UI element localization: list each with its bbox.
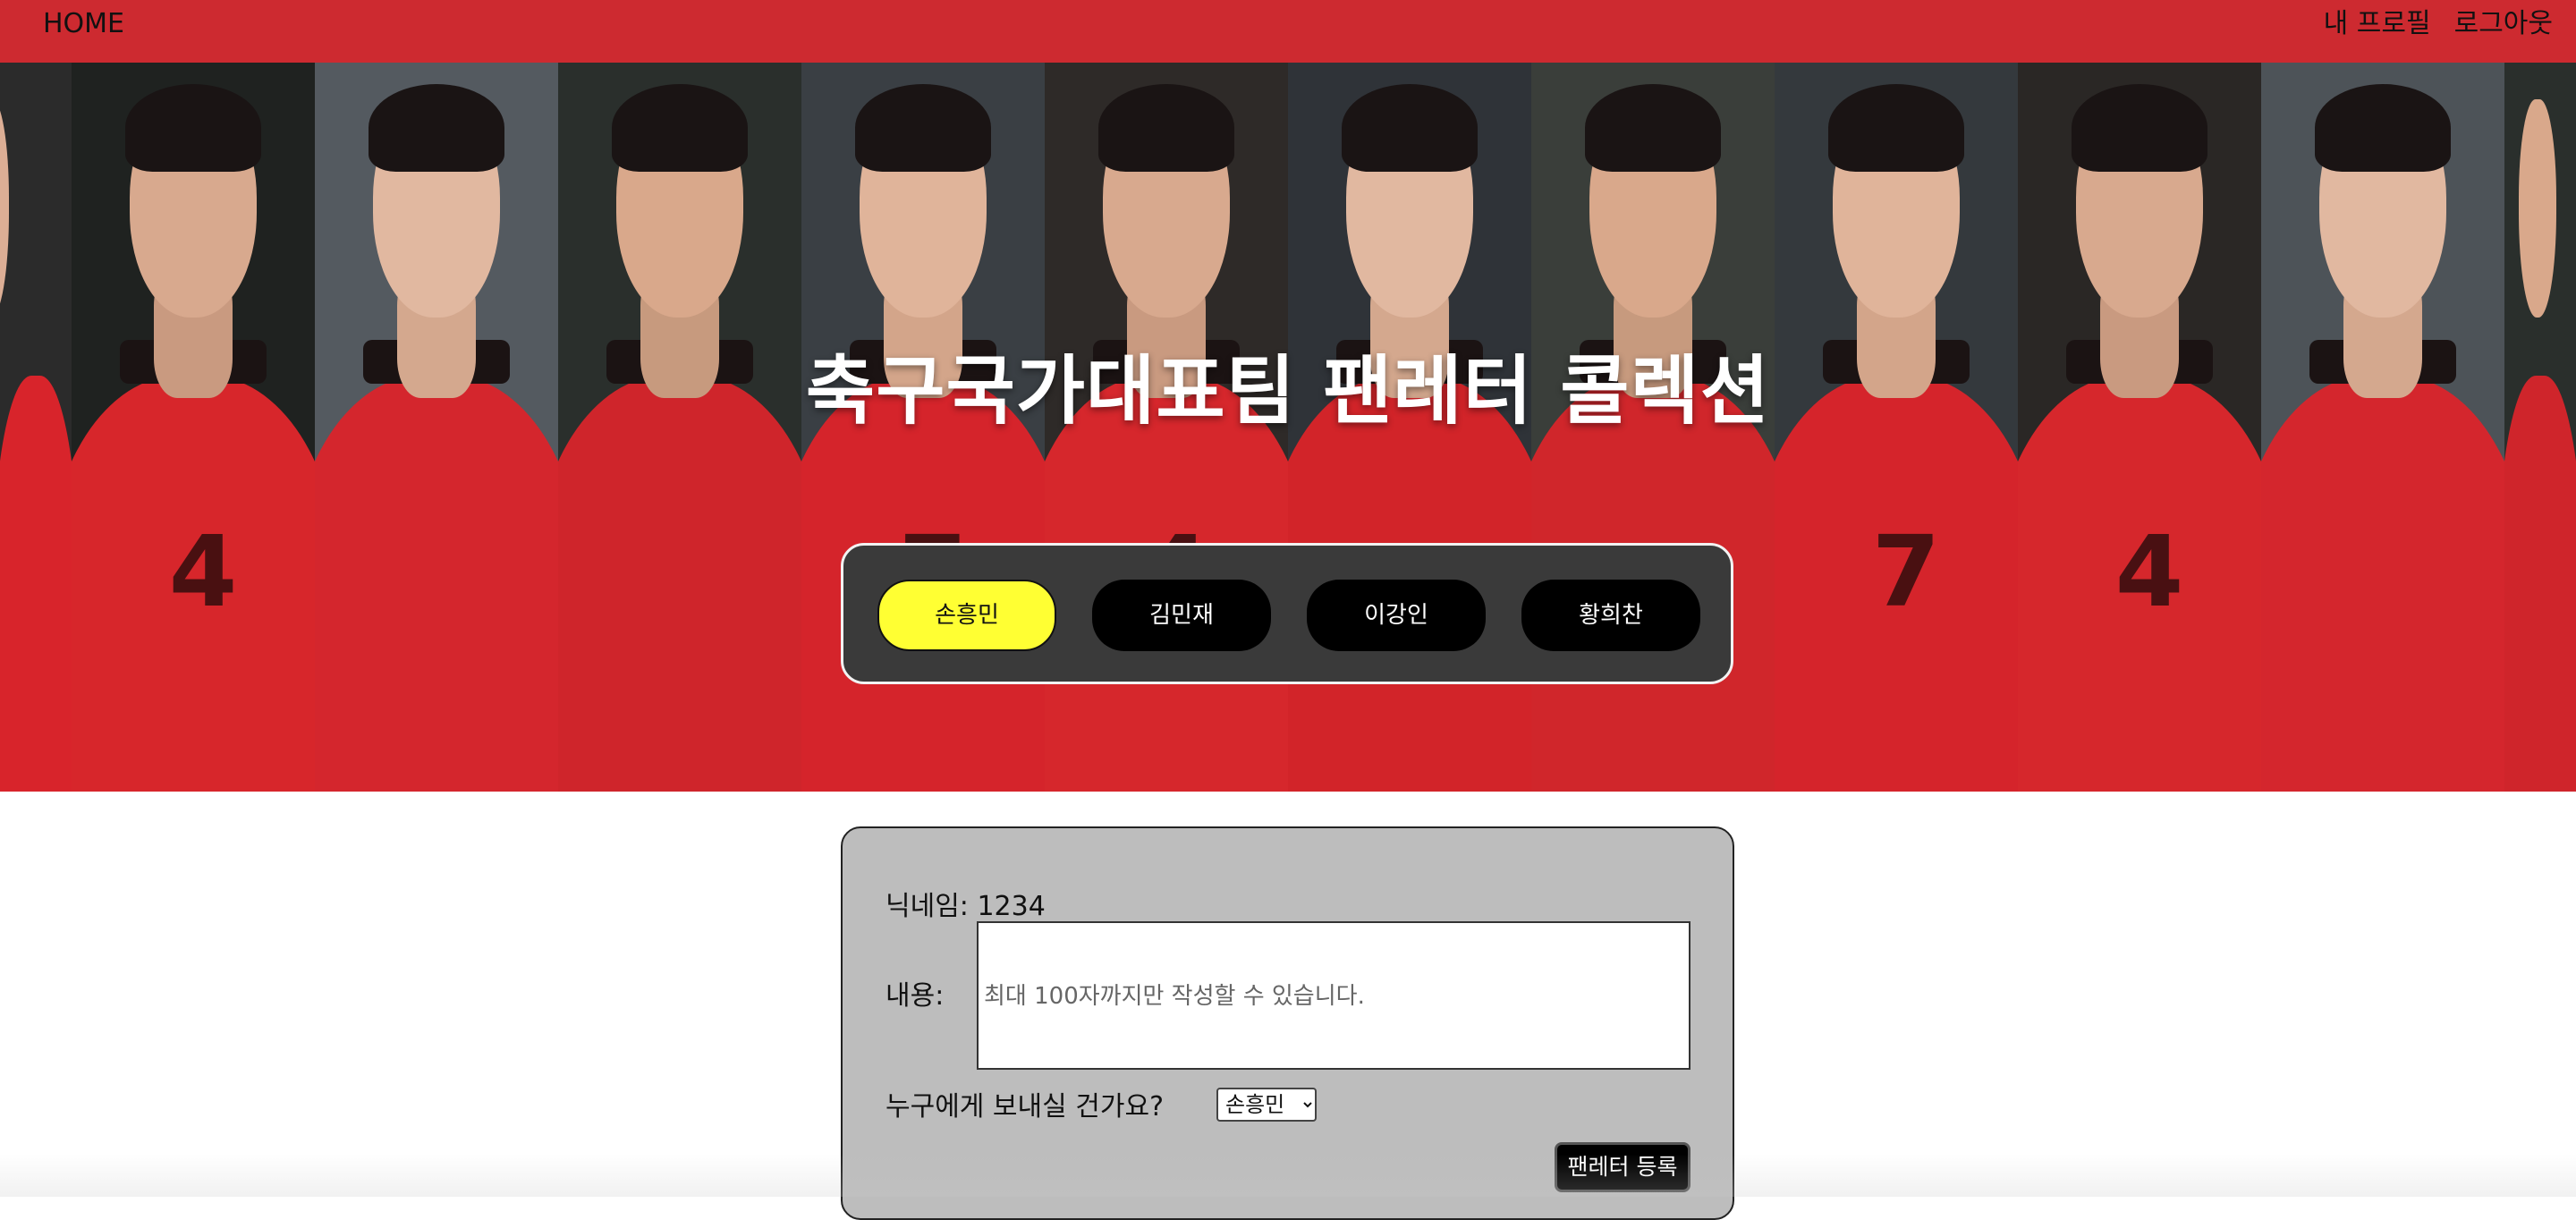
recipient-select[interactable]: 손흥민 bbox=[1216, 1088, 1317, 1122]
player-button-lee[interactable]: 이강인 bbox=[1307, 580, 1486, 651]
nav-right-links: 내 프로필 로그아웃 bbox=[2324, 9, 2553, 39]
logout-link[interactable]: 로그아웃 bbox=[2454, 9, 2553, 39]
content-label: 내용: bbox=[886, 980, 945, 1012]
recipient-label: 누구에게 보내실 건가요? bbox=[886, 1091, 1164, 1123]
content-textarea[interactable] bbox=[977, 921, 1690, 1070]
top-navbar: HOME 내 프로필 로그아웃 bbox=[0, 0, 2576, 63]
nickname-label: 닉네임: 1234 bbox=[886, 891, 1046, 922]
player-button-son[interactable]: 손흥민 bbox=[877, 580, 1056, 651]
fan-letter-form: 닉네임: 1234 내용: 누구에게 보내실 건가요? 손흥민 팬레터 등록 bbox=[841, 826, 1734, 1220]
hero-title: 축구국가대표팀 팬레터 콜렉션 bbox=[805, 347, 1771, 435]
player-button-hwang[interactable]: 황희찬 bbox=[1521, 580, 1700, 651]
home-link[interactable]: HOME bbox=[43, 9, 124, 39]
player-button-kim[interactable]: 김민재 bbox=[1092, 580, 1271, 651]
my-profile-link[interactable]: 내 프로필 bbox=[2324, 9, 2431, 39]
player-selector: 손흥민 김민재 이강인 황희찬 bbox=[841, 543, 1733, 684]
submit-letter-button[interactable]: 팬레터 등록 bbox=[1555, 1142, 1690, 1192]
